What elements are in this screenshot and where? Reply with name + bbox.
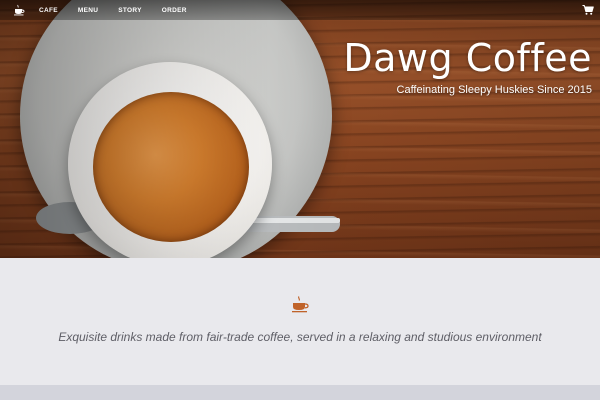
next-section-band	[0, 385, 600, 400]
nav-link-cafe[interactable]: CAFE	[39, 7, 58, 14]
hero-subtitle: Caffeinating Sleepy Huskies Since 2015	[396, 84, 592, 96]
hero-title: Dawg Coffee	[343, 36, 592, 80]
coffee-cup-icon	[292, 296, 309, 313]
intro-section: Exquisite drinks made from fair-trade co…	[0, 258, 600, 385]
hero-banner: Dawg Coffee Caffeinating Sleepy Huskies …	[0, 0, 600, 258]
nav-link-order[interactable]: ORDER	[162, 7, 187, 14]
top-navbar: CAFE MENU STORY ORDER	[0, 0, 600, 20]
coffee-cup-icon[interactable]	[13, 4, 25, 16]
tagline-text: Exquisite drinks made from fair-trade co…	[58, 330, 542, 344]
nav-link-story[interactable]: STORY	[118, 7, 142, 14]
nav-link-menu[interactable]: MENU	[78, 7, 98, 14]
shopping-cart-icon[interactable]	[582, 3, 594, 15]
